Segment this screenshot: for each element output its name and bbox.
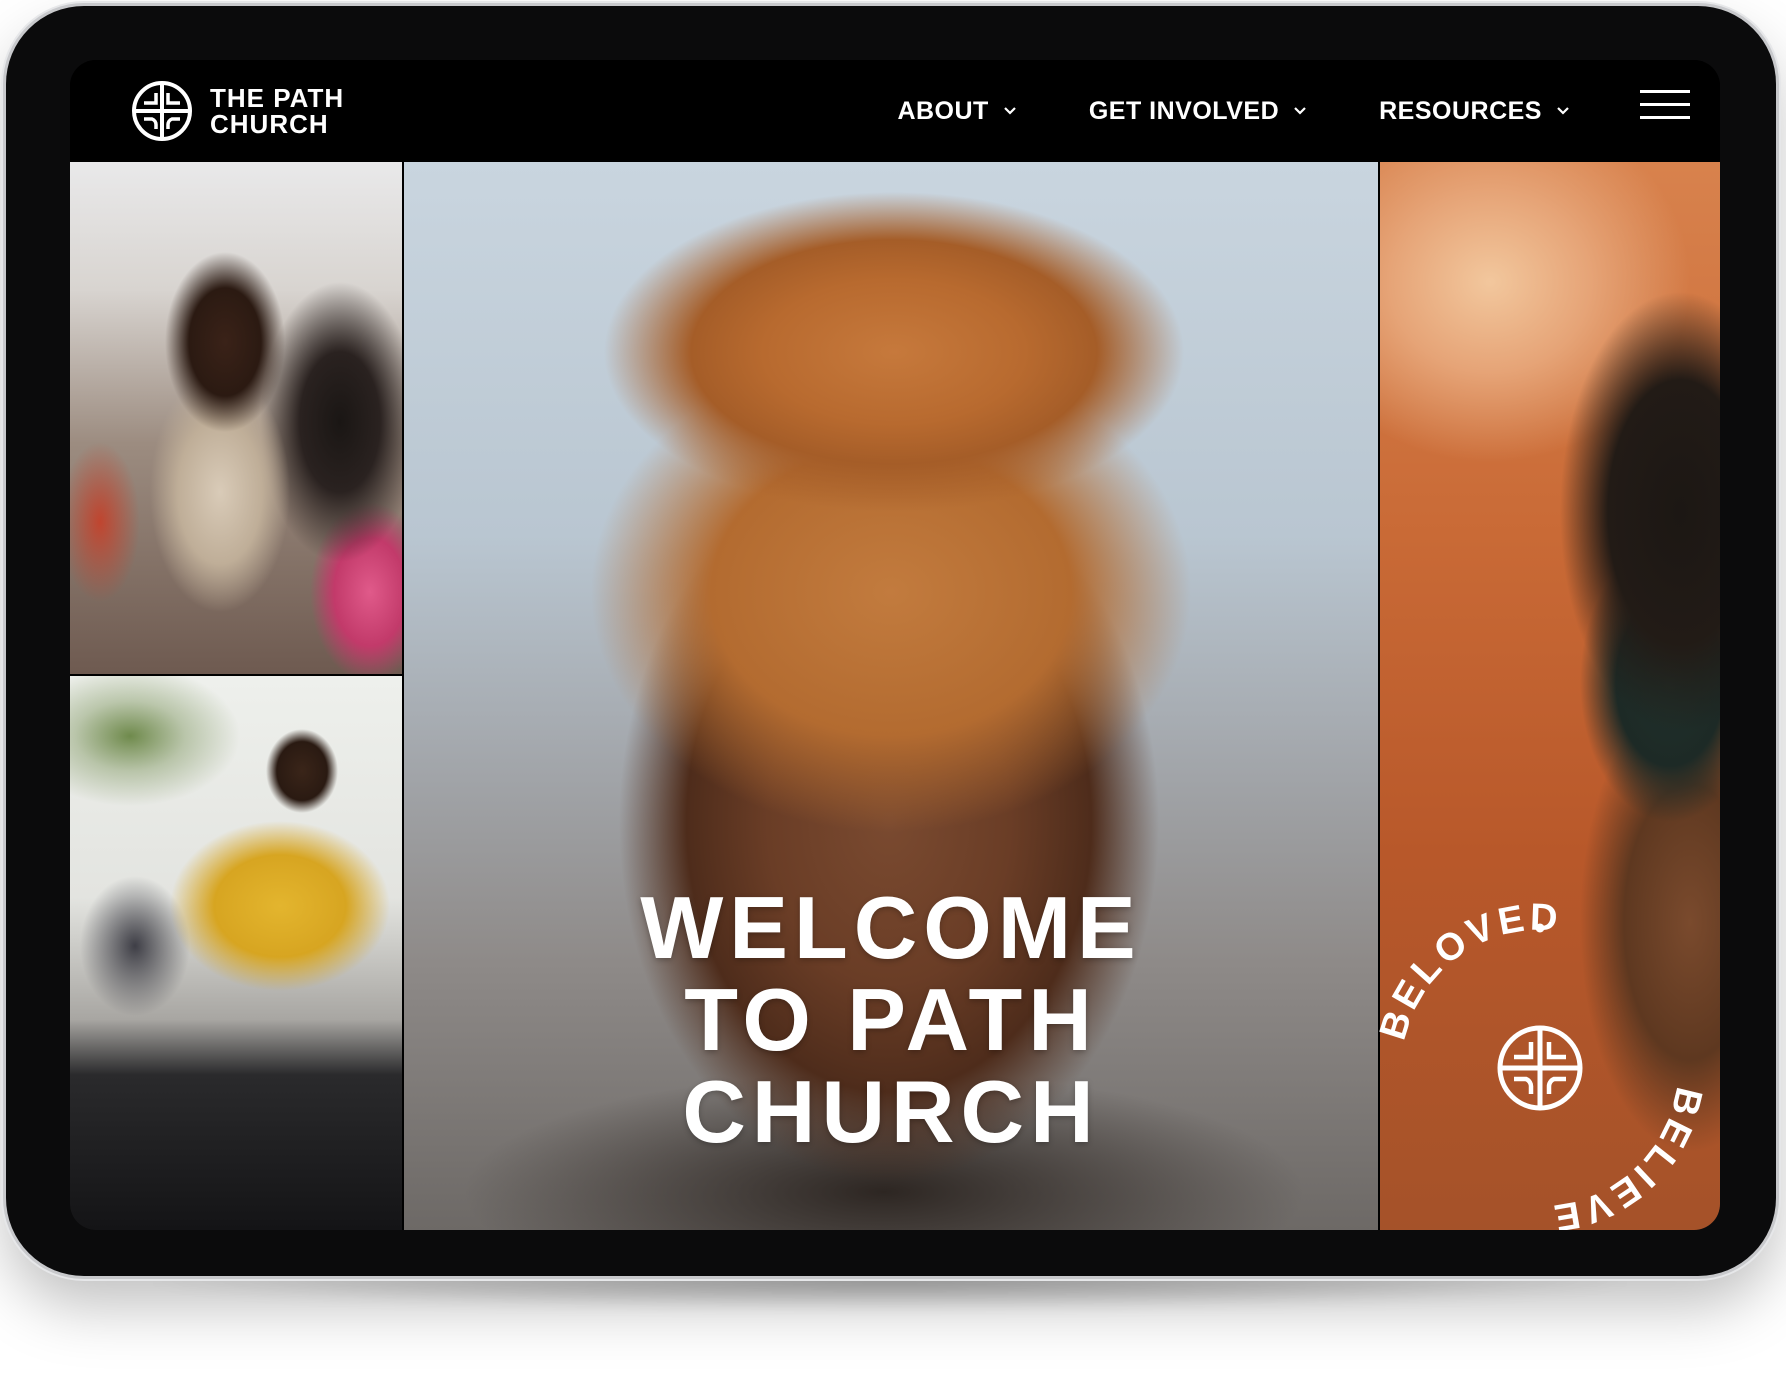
brand-name-line2: CHURCH	[210, 109, 329, 139]
brand-logo-link[interactable]: THE PATH CHURCH	[130, 74, 344, 148]
menu-line	[1640, 103, 1690, 106]
badge-word-beloved: BELOVED	[1372, 898, 1558, 1045]
hero-headline-line3: CHURCH	[682, 1062, 1100, 1161]
svg-text:BELIEVE: BELIEVE	[1547, 1083, 1710, 1230]
nav-item-get-involved[interactable]: GET INVOLVED	[1089, 97, 1307, 126]
menu-line	[1640, 116, 1690, 119]
hero-headline: WELCOME TO PATH CHURCH	[404, 882, 1378, 1158]
praise-photo	[70, 676, 402, 1230]
chevron-down-icon	[1294, 107, 1306, 115]
nav-item-about-label: ABOUT	[897, 96, 989, 125]
hamburger-menu-icon[interactable]	[1640, 90, 1690, 126]
brand-name: THE PATH CHURCH	[210, 85, 344, 137]
badge-word-believe: BELIEVE	[1547, 1083, 1706, 1230]
badge-dot	[1535, 923, 1545, 933]
tablet-frame: THE PATH CHURCH ABOUT GET INVOLVED RESOU…	[6, 6, 1776, 1276]
nav-item-resources[interactable]: RESOURCES	[1379, 97, 1570, 126]
menu-line	[1640, 90, 1690, 93]
chevron-down-icon	[1557, 107, 1569, 115]
device-mockup-stage: THE PATH CHURCH ABOUT GET INVOLVED RESOU…	[0, 0, 1786, 1374]
rotating-badge[interactable]: BELOVED BELIEVE	[1370, 898, 1710, 1230]
path-cross-logo-icon	[132, 81, 192, 141]
website-screen: THE PATH CHURCH ABOUT GET INVOLVED RESOU…	[70, 60, 1720, 1230]
path-cross-logo-icon	[1497, 1025, 1583, 1111]
worship-photo	[70, 162, 402, 674]
chevron-down-icon	[1004, 107, 1016, 115]
svg-text:BELOVED: BELOVED	[1372, 898, 1562, 1045]
nav-item-about[interactable]: ABOUT	[897, 97, 1016, 126]
brand-name-line1: THE PATH	[210, 83, 345, 113]
top-navigation-bar: THE PATH CHURCH ABOUT GET INVOLVED RESOU…	[70, 60, 1720, 162]
hero-headline-line2: TO PATH	[684, 970, 1098, 1069]
nav-item-get-involved-label: GET INVOLVED	[1088, 96, 1280, 125]
hero-headline-line1: WELCOME	[640, 878, 1142, 977]
primary-nav: ABOUT GET INVOLVED RESOURCES	[825, 60, 1570, 162]
nav-item-resources-label: RESOURCES	[1379, 96, 1542, 125]
